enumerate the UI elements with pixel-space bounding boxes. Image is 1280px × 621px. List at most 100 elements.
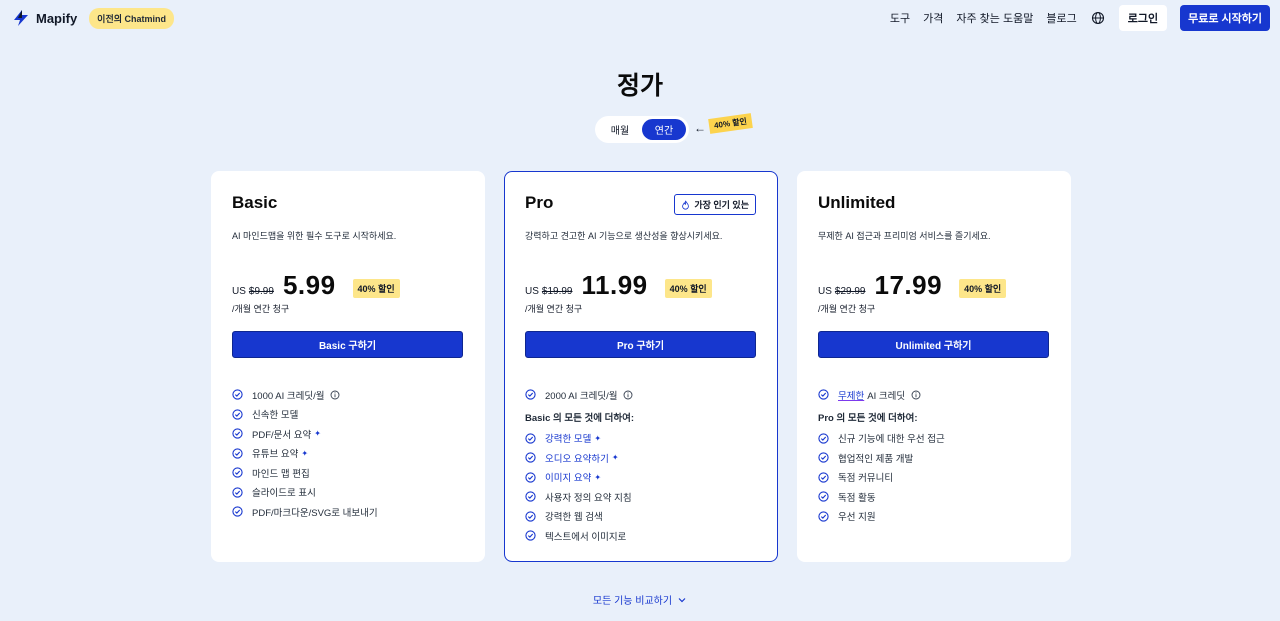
list-item: 2000 AI 크레딧/월 bbox=[525, 385, 757, 405]
price-row: US $29.99 17.99 40% 할인 bbox=[818, 270, 1050, 300]
discount-badge: 40% 할인 bbox=[959, 279, 1007, 298]
current-price: 5.99 bbox=[282, 270, 336, 300]
original-price: $19.99 bbox=[541, 286, 573, 297]
feature-text: 우선 지원 bbox=[838, 512, 876, 524]
plan-name: Unlimited bbox=[818, 193, 896, 212]
feature-text: 텍스트에서 이미지로 bbox=[545, 531, 627, 543]
check-circle-icon bbox=[525, 491, 536, 502]
popular-label: 가장 인기 있는 bbox=[694, 200, 749, 210]
feature-text: 신속한 모델 bbox=[252, 410, 299, 422]
sparkle-icon: ✦ bbox=[301, 448, 309, 458]
buy-unlimited-button[interactable]: Unlimited 구하기 bbox=[818, 331, 1049, 358]
fire-icon bbox=[682, 200, 690, 210]
list-item: 텍스트에서 이미지로 bbox=[525, 526, 757, 546]
current-price: 17.99 bbox=[874, 270, 943, 300]
feature-text: 슬라이드로 표시 bbox=[252, 488, 316, 500]
buy-basic-button[interactable]: Basic 구하기 bbox=[232, 331, 463, 358]
original-price: $9.99 bbox=[248, 286, 274, 297]
plan-name: Basic bbox=[232, 193, 278, 212]
brand[interactable]: Mapify 이전의 Chatmind bbox=[12, 7, 175, 29]
page-title: 정가 bbox=[616, 72, 663, 100]
most-popular-badge: 가장 인기 있는 bbox=[674, 194, 756, 215]
nav-blog[interactable]: 블로그 bbox=[1046, 10, 1076, 26]
login-button[interactable]: 로그인 bbox=[1118, 5, 1168, 31]
toggle-monthly[interactable]: 매월 bbox=[598, 119, 642, 140]
start-free-button[interactable]: 무료로 시작하기 bbox=[1180, 5, 1270, 31]
plan-card-pro: Pro 가장 인기 있는 강력하고 견고한 AI 기능으로 생산성을 향상시키세… bbox=[504, 171, 778, 562]
nav-faq[interactable]: 자주 찾는 도움말 bbox=[956, 10, 1033, 26]
chevron-down-icon bbox=[678, 597, 686, 602]
info-icon[interactable] bbox=[911, 390, 921, 400]
check-circle-icon bbox=[525, 472, 536, 483]
plan-description: 강력하고 견고한 AI 기능으로 생산성을 향상시키세요. bbox=[525, 231, 723, 241]
billing-note: /개월 연간 청구 bbox=[232, 304, 290, 314]
toggle-yearly[interactable]: 연간 bbox=[642, 119, 686, 140]
nav-tools[interactable]: 도구 bbox=[890, 10, 910, 26]
check-circle-icon bbox=[232, 428, 243, 439]
feature-text: 독점 활동 bbox=[838, 492, 876, 504]
sparkle-icon: ✦ bbox=[594, 472, 602, 482]
check-circle-icon bbox=[525, 511, 536, 522]
list-item: 독점 활동 bbox=[818, 487, 1050, 507]
compare-label: 모든 기능 비교하기 bbox=[592, 596, 673, 607]
list-item: 우선 지원 bbox=[818, 507, 1050, 527]
currency-prefix: US bbox=[525, 286, 539, 297]
check-circle-icon bbox=[525, 452, 536, 463]
info-icon[interactable] bbox=[623, 390, 633, 400]
list-item: 무제한 AI 크레딧 bbox=[818, 385, 1050, 405]
sparkle-icon: ✦ bbox=[594, 433, 602, 443]
billing-toggle: 매월 연간 bbox=[595, 116, 689, 143]
check-circle-icon bbox=[818, 452, 829, 463]
feature-list: 1000 AI 크레딧/월 신속한 모델 PDF/문서 요약 ✦ 유튜브 요약 … bbox=[232, 385, 464, 522]
previous-name-badge: 이전의 Chatmind bbox=[89, 7, 175, 29]
discount-badge: 40% 할인 bbox=[352, 279, 400, 298]
feature-text: 2000 AI 크레딧/월 bbox=[545, 390, 618, 402]
arrow-left-icon: ← bbox=[694, 121, 706, 135]
buy-pro-button[interactable]: Pro 구하기 bbox=[525, 331, 756, 358]
list-item: 슬라이드로 표시 bbox=[232, 483, 464, 503]
check-circle-icon bbox=[232, 448, 243, 459]
feature-text: AI 크레딧 bbox=[867, 390, 906, 402]
feature-text: PDF/마크다운/SVG로 내보내기 bbox=[252, 507, 378, 519]
list-item: 신속한 모델 bbox=[232, 405, 464, 425]
list-item: 강력한 웹 검색 bbox=[525, 507, 757, 527]
feature-text: 강력한 모델 bbox=[545, 434, 592, 446]
original-price: $29.99 bbox=[834, 286, 866, 297]
compare-features-link[interactable]: 모든 기능 비교하기 bbox=[0, 592, 1280, 607]
sparkle-icon: ✦ bbox=[314, 429, 321, 439]
check-circle-icon bbox=[818, 511, 829, 522]
list-item: PDF/마크다운/SVG로 내보내기 bbox=[232, 502, 464, 522]
list-item: 신규 기능에 대한 우선 접근 bbox=[818, 429, 1050, 449]
currency-prefix: US bbox=[232, 286, 246, 297]
check-circle-icon bbox=[232, 506, 243, 517]
check-circle-icon bbox=[525, 389, 536, 400]
billing-note: /개월 연간 청구 bbox=[818, 304, 876, 314]
unlimited-highlight: 무제한 bbox=[838, 390, 865, 402]
check-circle-icon bbox=[818, 472, 829, 483]
price-row: US $19.99 11.99 40% 할인 bbox=[525, 270, 757, 300]
list-item: 협업적인 제품 개발 bbox=[818, 448, 1050, 468]
globe-icon[interactable] bbox=[1091, 11, 1105, 25]
nav-pricing[interactable]: 가격 bbox=[923, 10, 943, 26]
check-circle-icon bbox=[232, 409, 243, 420]
bolt-icon bbox=[14, 10, 28, 26]
main-nav: 도구 가격 자주 찾는 도움말 블로그 로그인 무료로 시작하기 bbox=[877, 5, 1270, 31]
discount-badge: 40% 할인 bbox=[664, 279, 712, 298]
check-circle-icon bbox=[232, 389, 243, 400]
list-item: 이미지 요약 ✦ bbox=[525, 468, 757, 488]
feature-text: 오디오 요약하기 bbox=[545, 453, 609, 465]
feature-text: 협업적인 제품 개발 bbox=[838, 453, 914, 465]
check-circle-icon bbox=[232, 467, 243, 478]
feature-list: 2000 AI 크레딧/월 Basic 의 모든 것에 더하여: 강력한 모델 … bbox=[525, 385, 757, 546]
yearly-discount-tag: 40% 할인 bbox=[708, 113, 753, 134]
list-item: 마인드 맵 편집 bbox=[232, 463, 464, 483]
check-circle-icon bbox=[525, 433, 536, 444]
check-circle-icon bbox=[818, 389, 829, 400]
current-price: 11.99 bbox=[581, 270, 648, 300]
plan-card-unlimited: Unlimited 무제한 AI 접근과 프리미엄 서비스를 즐기세요. US … bbox=[797, 171, 1071, 562]
info-icon[interactable] bbox=[330, 390, 340, 400]
feature-text: PDF/문서 요약 bbox=[252, 429, 312, 441]
feature-text: 사용자 정의 요약 지침 bbox=[545, 492, 632, 504]
list-item: 독점 커뮤니티 bbox=[818, 468, 1050, 488]
sparkle-icon: ✦ bbox=[611, 453, 619, 463]
